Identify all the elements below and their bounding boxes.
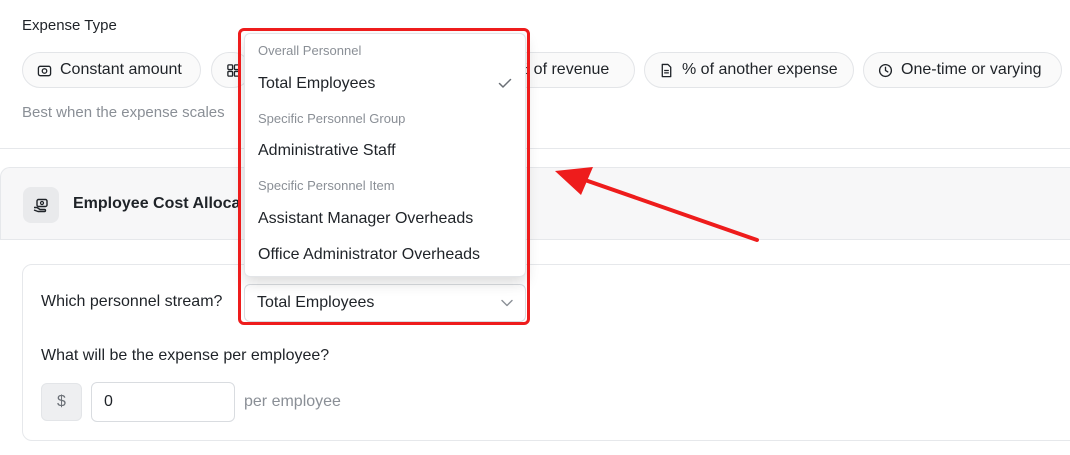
chip-percent-of-another-expense[interactable]: % of another expense (644, 52, 854, 88)
group-label-specific-personnel-item: Specific Personnel Item (258, 178, 395, 193)
grid-icon (227, 63, 240, 77)
document-icon (661, 63, 672, 77)
option-total-employees[interactable]: Total Employees (246, 68, 524, 100)
select-value: Total Employees (257, 294, 375, 311)
personnel-stream-question: Which personnel stream? (41, 293, 223, 310)
checkmark-icon (498, 78, 512, 88)
option-office-administrator-overheads[interactable]: Office Administrator Overheads (246, 239, 524, 271)
expense-type-section: Expense Type Constant amount % of revenu… (0, 0, 1070, 149)
chip-label: One-time or varying (901, 61, 1042, 78)
expense-per-employee-question: What will be the expense per employee? (41, 347, 330, 364)
option-label: Office Administrator Overheads (258, 246, 481, 263)
option-label: Total Employees (258, 75, 376, 92)
personnel-stream-select[interactable]: Total Employees (244, 284, 526, 322)
option-label: Administrative Staff (258, 142, 396, 159)
chip-label: % of revenue (515, 61, 610, 78)
employee-cost-allocation-header[interactable]: Employee Cost Alloca (0, 167, 1070, 240)
option-label: Assistant Manager Overheads (258, 210, 474, 227)
expense-amount-input[interactable] (91, 382, 235, 422)
currency-prefix: $ (41, 383, 82, 421)
expense-type-label: Expense Type (22, 17, 117, 34)
chip-label: % of another expense (682, 61, 838, 78)
chip-one-time-or-varying[interactable]: One-time or varying (863, 52, 1062, 88)
personnel-stream-dropdown: Overall Personnel Total Employees Specif… (244, 33, 526, 277)
camera-icon (37, 65, 52, 76)
chevron-down-icon (501, 299, 513, 307)
section-title: Employee Cost Alloca (73, 195, 241, 212)
expense-type-helper-text: Best when the expense scales (22, 104, 225, 121)
chip-label: Constant amount (60, 61, 182, 78)
unit-suffix: per employee (244, 393, 341, 410)
group-label-specific-personnel-group: Specific Personnel Group (258, 111, 406, 126)
clock-icon (878, 63, 893, 77)
chip-constant-amount[interactable]: Constant amount (22, 52, 201, 88)
option-assistant-manager-overheads[interactable]: Assistant Manager Overheads (246, 203, 524, 235)
option-administrative-staff[interactable]: Administrative Staff (246, 135, 524, 167)
cash-hand-icon (23, 187, 59, 223)
group-label-overall-personnel: Overall Personnel (258, 43, 362, 58)
